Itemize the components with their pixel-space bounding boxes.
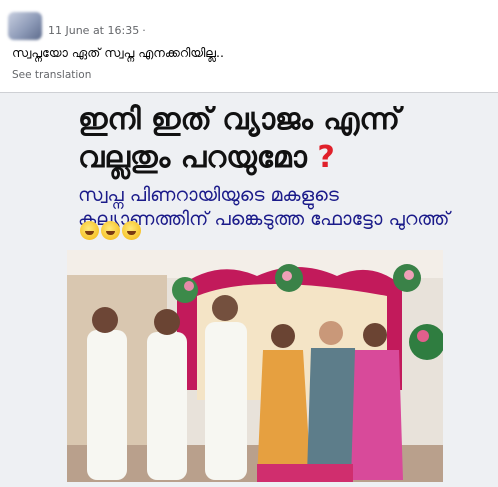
post-meta: 11 June at 16:35 · — [48, 24, 149, 37]
group-photo — [67, 250, 443, 482]
image-headline-line2: വല്ലതും പറയുമോ ? — [78, 141, 335, 175]
grinning-face-icon — [122, 221, 141, 240]
post-header: 11 June at 16:35 · സ്വപ്നയോ ഏത് സ്വപ്ന എന… — [0, 0, 498, 90]
grinning-face-icon — [101, 221, 120, 240]
image-headline-line2-text: വല്ലതും പറയുമോ — [78, 140, 307, 175]
question-mark-icon: ? — [317, 140, 335, 175]
see-translation-link[interactable]: See translation — [12, 69, 91, 81]
post-timestamp[interactable]: 11 June at 16:35 — [48, 24, 139, 37]
emoji-group — [80, 221, 143, 244]
avatar[interactable] — [8, 12, 42, 40]
grinning-face-icon — [80, 221, 99, 240]
image-subtitle-line1: സ്വപ്ന പിണറായിയുടെ മകളുടെ — [78, 184, 339, 206]
post-text: സ്വപ്നയോ ഏത് സ്വപ്ന എനക്കറിയില്ല.. — [12, 45, 224, 60]
image-headline-line1: ഇനി ഇത് വ്യാജം എന്ന് — [78, 102, 400, 137]
meta-separator: · — [142, 24, 146, 37]
